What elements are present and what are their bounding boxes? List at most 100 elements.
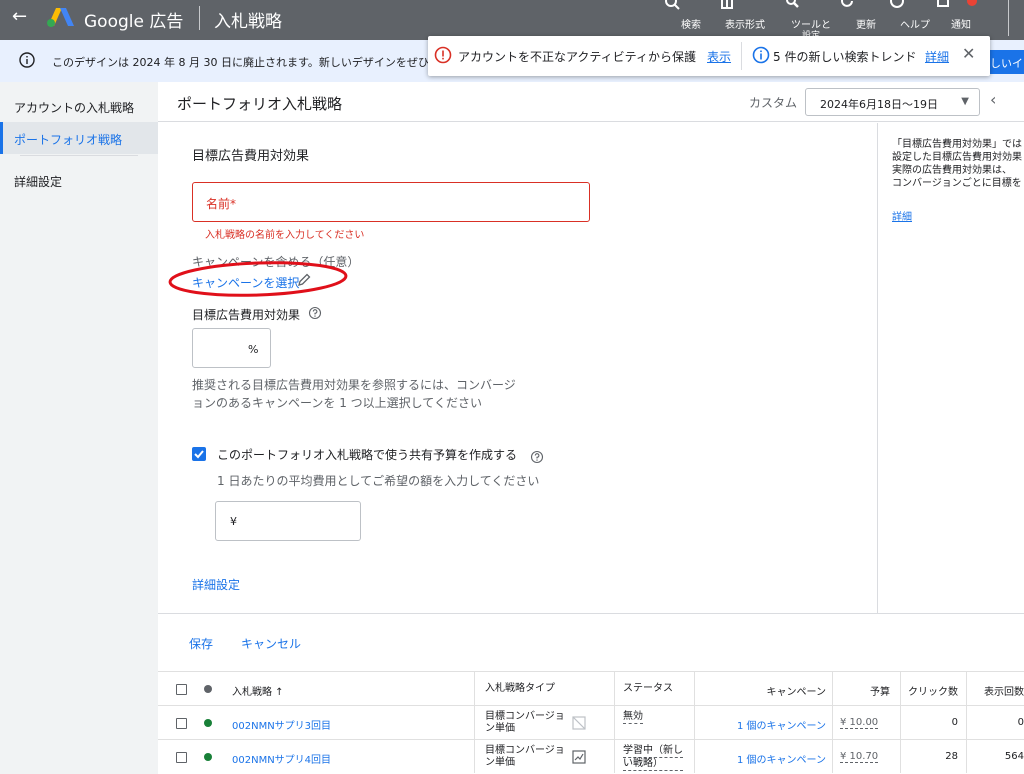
form-section-title: 目標広告費用対効果 bbox=[192, 149, 310, 164]
sidebar-divider bbox=[20, 155, 138, 156]
chart-disabled-icon bbox=[572, 716, 586, 730]
hint-line-2: ョンのあるキャンペーンを 1 つ以上選択してください bbox=[192, 396, 482, 410]
search-tool-label: 検索 bbox=[681, 20, 701, 31]
status-dot-header bbox=[204, 685, 212, 693]
refresh-icon bbox=[841, 0, 853, 7]
strategy-name-error: 入札戦略の名前を入力してください bbox=[205, 230, 365, 241]
sidebar-item-account-bid-strategies[interactable]: アカウントの入札戦略 bbox=[0, 90, 158, 122]
search-tool[interactable]: 検索 bbox=[664, 0, 718, 40]
column-header-name[interactable]: 入札戦略 ↑ bbox=[232, 672, 284, 706]
sidebar-item-portfolio-strategies[interactable]: ポートフォリオ戦略 bbox=[0, 122, 158, 154]
help-line-1: 「目標広告費用対効果」では bbox=[892, 139, 1022, 150]
strategy-name-label: 名前* bbox=[206, 197, 237, 211]
info-icon bbox=[752, 46, 770, 64]
column-header-type[interactable]: 入札戦略タイプ bbox=[485, 672, 595, 706]
layout-icon bbox=[721, 0, 733, 9]
notifications-tool-label: 通知 bbox=[951, 20, 971, 31]
search-icon bbox=[665, 0, 680, 10]
clicks-value: 28 bbox=[945, 751, 958, 762]
wrench-icon bbox=[786, 0, 799, 8]
target-roas-input[interactable]: % bbox=[192, 328, 271, 368]
popup-divider bbox=[741, 42, 742, 70]
daily-budget-input[interactable]: ¥ bbox=[215, 501, 361, 541]
page-title: 入札戦略 bbox=[214, 12, 282, 32]
column-header-campaigns[interactable]: キャンペーン bbox=[696, 672, 827, 706]
security-alert-view-link[interactable]: 表示 bbox=[707, 48, 731, 65]
clicks-value: 0 bbox=[951, 717, 958, 728]
help-icon bbox=[890, 0, 904, 8]
try-new-design-button[interactable]: しいイ bbox=[986, 50, 1024, 74]
help-panel-details-link[interactable]: 詳細 bbox=[892, 208, 912, 223]
notification-badge bbox=[967, 0, 977, 6]
row-checkbox[interactable] bbox=[176, 752, 187, 763]
impressions-value: 564 bbox=[1004, 751, 1024, 762]
help-side-panel: 「目標広告費用対効果」では 設定した目標広告費用対効果 実際の広告費用対効果は、… bbox=[877, 123, 1024, 613]
budget-value: ¥ 10.00 bbox=[840, 706, 879, 740]
search-trends-details-link[interactable]: 詳細 bbox=[925, 48, 949, 65]
impressions-value: 0 bbox=[1017, 717, 1024, 728]
strategy-status: 学習中（新し い戦略） bbox=[623, 740, 683, 774]
help-icon[interactable] bbox=[530, 450, 544, 464]
help-icon[interactable] bbox=[308, 306, 322, 320]
refresh-tool[interactable]: 更新 bbox=[839, 0, 893, 40]
strategy-name-link[interactable]: 002NMNサプリ3回目 bbox=[232, 706, 331, 740]
bid-strategy-form: 目標広告費用対効果 名前* 入札戦略の名前を入力してください キャンペーンを含め… bbox=[158, 123, 878, 613]
column-header-impressions[interactable]: 表示回数 bbox=[974, 672, 1024, 706]
annotation-ellipse bbox=[168, 261, 348, 297]
alerts-popup: アカウントを不正なアクティビティから保護 表示 5 件の新しい検索トレンド 詳細… bbox=[428, 36, 990, 76]
bell-icon bbox=[937, 0, 949, 7]
column-header-clicks[interactable]: クリック数 bbox=[900, 672, 958, 706]
advanced-settings-link[interactable]: 詳細設定 bbox=[192, 576, 240, 593]
tools-settings-tool[interactable]: ツールと 設定 bbox=[784, 0, 838, 41]
help-line-4: コンバージョンごとに目標を bbox=[892, 178, 1022, 189]
table-row: 002NMNサプリ3回目 目標コンバージョ ン単価 無効 1 個のキャンペーン … bbox=[158, 705, 1024, 739]
appearance-tool[interactable]: 表示形式 bbox=[718, 0, 772, 40]
yen-prefix: ¥ bbox=[230, 515, 237, 528]
percent-suffix: % bbox=[248, 343, 259, 356]
sidebar-item-advanced-settings[interactable]: 詳細設定 bbox=[0, 164, 158, 196]
date-range-picker[interactable]: 2024年6月18日～19日 ▼ bbox=[805, 88, 980, 116]
campaign-count-link[interactable]: 1 個のキャンペーン bbox=[696, 706, 826, 740]
campaign-count-link[interactable]: 1 個のキャンペーン bbox=[696, 740, 826, 774]
strategy-name-input[interactable]: 名前* bbox=[192, 182, 590, 222]
cancel-button[interactable]: キャンセル bbox=[241, 635, 301, 652]
target-roas-label: 目標広告費用対効果 bbox=[192, 308, 301, 322]
form-actions: 保存 キャンセル bbox=[158, 613, 1024, 671]
status-dot bbox=[204, 719, 212, 727]
status-line1: 無効 bbox=[623, 711, 643, 724]
column-header-status[interactable]: ステータス bbox=[623, 672, 673, 706]
table-header-row: 入札戦略 ↑ 入札戦略タイプ ステータス キャンペーン 予算 クリック数 表示回… bbox=[158, 671, 1024, 705]
date-range-value: 2024年6月18日～19日 bbox=[820, 98, 938, 111]
row-checkbox[interactable] bbox=[176, 718, 187, 729]
column-header-budget[interactable]: 予算 bbox=[870, 672, 890, 706]
budget-amount: ¥ 10.00 bbox=[840, 717, 879, 729]
target-roas-hint: 推奨される目標広告費用対効果を参照するには、コンバージ ョンのあるキャンペーンを… bbox=[192, 376, 516, 412]
status-line1: 学習中（新し bbox=[623, 745, 683, 758]
help-line-3: 実際の広告費用対効果は、 bbox=[892, 165, 1012, 176]
refresh-tool-label: 更新 bbox=[856, 20, 876, 31]
average-daily-cost-label: 1 日あたりの平均費用としてご希望の額を入力してください bbox=[217, 474, 540, 488]
back-arrow-icon[interactable]: ← bbox=[12, 6, 27, 27]
banner-text: このデザインは 2024 年 8 月 30 日に廃止されます。新しいデザインをぜ… bbox=[52, 56, 440, 69]
strategy-status: 無効 bbox=[623, 706, 643, 740]
strategy-name-link[interactable]: 002NMNサプリ4回目 bbox=[232, 740, 331, 774]
chart-icon[interactable] bbox=[572, 750, 586, 764]
shared-budget-label: このポートフォリオ入札戦略で使う共有予算を作成する bbox=[217, 448, 518, 462]
notifications-tool[interactable]: 通知 bbox=[934, 0, 988, 40]
chevron-left-icon[interactable]: ‹ bbox=[990, 90, 996, 109]
save-button[interactable]: 保存 bbox=[189, 635, 213, 652]
select-all-checkbox[interactable] bbox=[176, 684, 187, 695]
alert-icon bbox=[434, 46, 452, 64]
help-line-2: 設定した目標広告費用対効果 bbox=[892, 152, 1022, 163]
section-title: ポートフォリオ入札戦略 bbox=[177, 95, 343, 113]
bid-strategy-table: 入札戦略 ↑ 入札戦略タイプ ステータス キャンペーン 予算 クリック数 表示回… bbox=[158, 671, 1024, 774]
security-alert-text: アカウントを不正なアクティビティから保護 bbox=[458, 50, 696, 64]
info-icon bbox=[19, 52, 35, 68]
brand-name: Google 広告 bbox=[84, 12, 184, 32]
title-separator bbox=[199, 6, 200, 30]
help-panel-text: 「目標広告費用対効果」では 設定した目標広告費用対効果 実際の広告費用対効果は、… bbox=[892, 138, 1022, 190]
close-icon[interactable]: ✕ bbox=[962, 44, 975, 63]
shared-budget-checkbox[interactable] bbox=[192, 447, 206, 461]
budget-amount: ¥ 10.70 bbox=[840, 751, 879, 763]
checkmark-icon bbox=[194, 450, 204, 459]
